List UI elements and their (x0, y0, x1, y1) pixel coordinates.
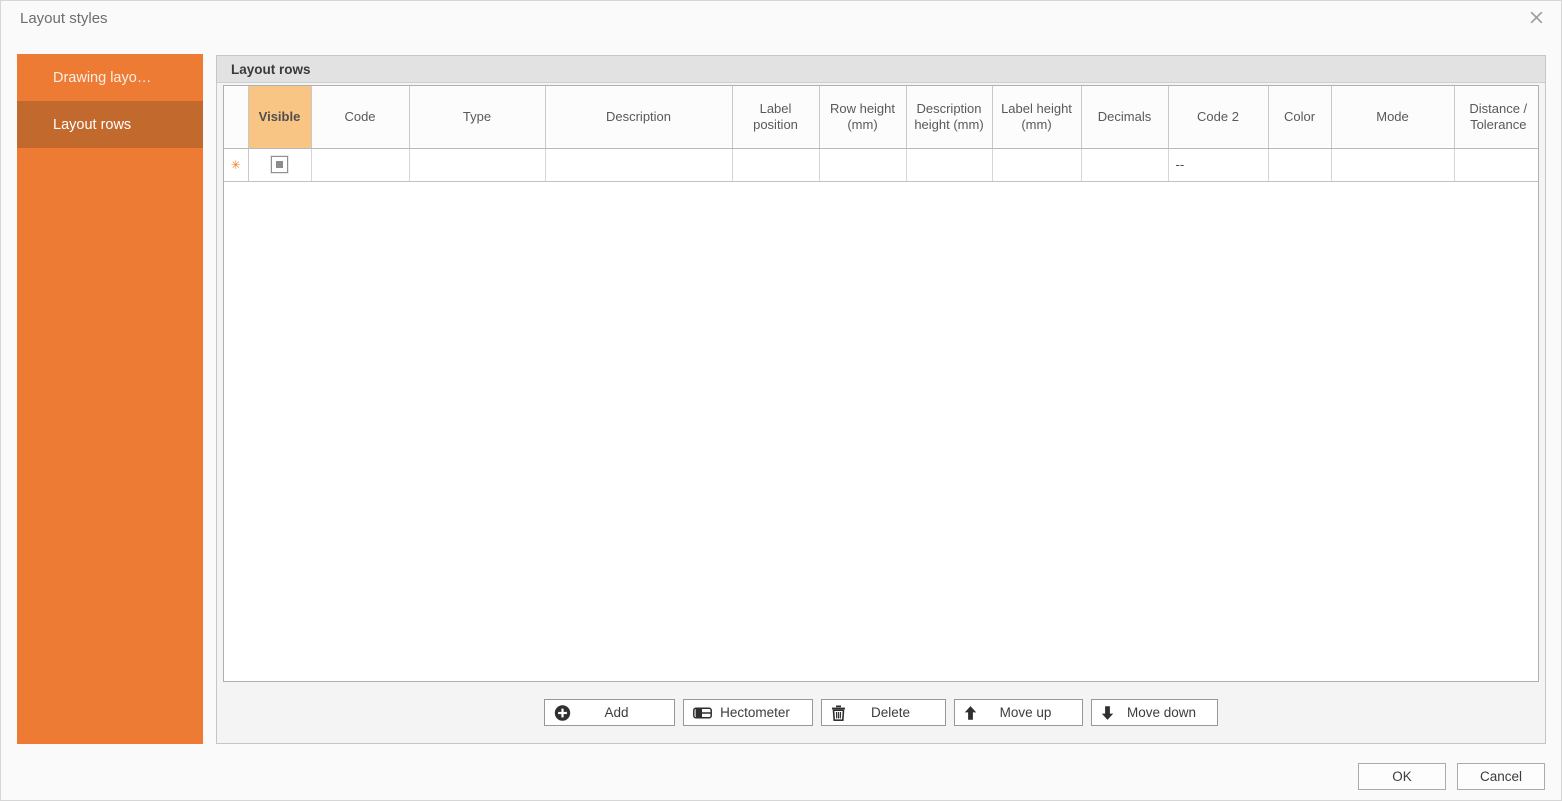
cell-distance-tolerance[interactable] (1454, 148, 1539, 181)
dialog-title: Layout styles (20, 10, 108, 27)
column-header-label-position: Label position (732, 86, 819, 148)
cancel-button[interactable]: Cancel (1457, 763, 1545, 790)
column-header-description: Description (545, 86, 732, 148)
add-button[interactable]: Add (544, 699, 675, 726)
column-header-mode: Mode (1331, 86, 1454, 148)
sidebar-item-layout-rows[interactable]: Layout rows (17, 101, 203, 148)
column-header-color: Color (1268, 86, 1331, 148)
column-header-distance-tolerance: Distance / Tolerance (1454, 86, 1539, 148)
hectometer-button[interactable]: Hectometer (683, 699, 813, 726)
cell-type[interactable] (409, 148, 545, 181)
checkbox-indeterminate-mark (276, 161, 283, 168)
column-header-description-height: Description height (mm) (906, 86, 992, 148)
column-header-row-marker (224, 86, 248, 148)
move-up-button[interactable]: Move up (954, 699, 1083, 726)
add-button-label: Add (590, 705, 628, 720)
layout-styles-dialog: Layout styles Drawing layo… Layout rows … (0, 0, 1562, 801)
new-row-marker-icon: ✳ (224, 148, 248, 181)
delete-button-label: Delete (857, 705, 910, 720)
cell-mode[interactable] (1331, 148, 1454, 181)
panel-header-label: Layout rows (231, 62, 311, 77)
move-down-button[interactable]: Move down (1091, 699, 1218, 726)
move-up-button-label: Move up (986, 705, 1052, 720)
close-button[interactable] (1524, 8, 1548, 32)
sidebar-item-label: Drawing layo… (53, 70, 151, 86)
hectometer-icon (693, 707, 712, 718)
cell-description[interactable] (545, 148, 732, 181)
column-header-visible: Visible (248, 86, 311, 148)
arrow-up-icon (964, 705, 977, 720)
cell-visible[interactable] (248, 148, 311, 181)
sidebar-item-label: Layout rows (53, 117, 131, 133)
hectometer-button-label: Hectometer (706, 705, 790, 720)
table-header-row: Visible Code Type Description Label posi… (224, 86, 1539, 148)
layout-rows-grid: Visible Code Type Description Label posi… (223, 85, 1539, 682)
column-header-label-height: Label height (mm) (992, 86, 1081, 148)
cell-label-height[interactable] (992, 148, 1081, 181)
cell-decimals[interactable] (1081, 148, 1168, 181)
visible-checkbox[interactable] (271, 156, 288, 173)
layout-rows-panel: Layout rows Visible Code Type Descripti (216, 55, 1546, 744)
column-header-code-2: Code 2 (1168, 86, 1268, 148)
column-header-code: Code (311, 86, 409, 148)
column-header-row-height: Row height (mm) (819, 86, 906, 148)
cell-label-position[interactable] (732, 148, 819, 181)
trash-icon (831, 705, 846, 721)
column-header-decimals: Decimals (1081, 86, 1168, 148)
delete-button[interactable]: Delete (821, 699, 946, 726)
arrow-down-icon (1101, 705, 1114, 720)
cell-color[interactable] (1268, 148, 1331, 181)
sidebar-item-drawing-layout[interactable]: Drawing layo… (17, 54, 203, 101)
layout-rows-table: Visible Code Type Description Label posi… (224, 86, 1539, 182)
panel-header: Layout rows (217, 56, 1545, 83)
close-icon (1529, 10, 1544, 30)
sidebar: Drawing layo… Layout rows (17, 54, 203, 744)
cell-description-height[interactable] (906, 148, 992, 181)
cell-code-2[interactable]: -- (1168, 148, 1268, 181)
add-circle-icon (554, 704, 571, 721)
move-down-button-label: Move down (1113, 705, 1196, 720)
column-header-type: Type (409, 86, 545, 148)
ok-button[interactable]: OK (1358, 763, 1446, 790)
grid-toolbar: Add Hectometer (217, 682, 1545, 743)
cell-row-height[interactable] (819, 148, 906, 181)
table-row: ✳ -- (224, 148, 1539, 181)
cell-code[interactable] (311, 148, 409, 181)
